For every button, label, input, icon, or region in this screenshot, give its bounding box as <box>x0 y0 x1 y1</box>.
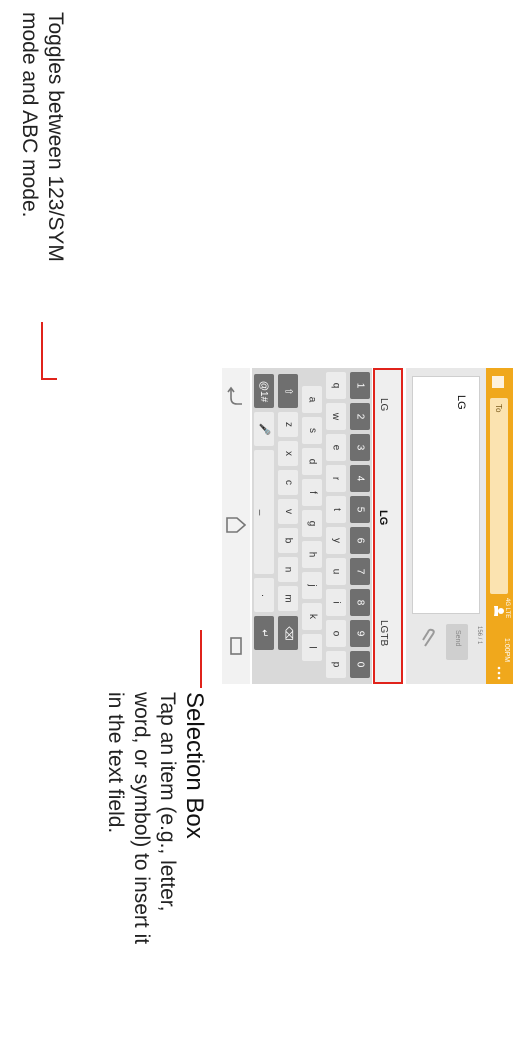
message-text: LG <box>455 395 467 410</box>
attach-icon[interactable] <box>420 628 438 650</box>
delete-key[interactable]: ⌫ <box>278 616 298 650</box>
status-time: 1:00PM <box>503 638 510 663</box>
selection-callout-line <box>200 630 202 688</box>
letter-key-m[interactable]: m <box>278 586 298 611</box>
letter-key-q[interactable]: q <box>326 372 346 399</box>
period-key[interactable]: . <box>254 578 274 612</box>
suggestion-2[interactable]: LG <box>377 510 389 525</box>
number-key-5[interactable]: 5 <box>350 496 370 523</box>
mic-key[interactable]: 🎤 <box>254 412 274 446</box>
contacts-grid-icon[interactable] <box>492 376 504 388</box>
letter-key-e[interactable]: e <box>326 434 346 461</box>
keyboard-row-2: asdfghjkl <box>300 368 324 684</box>
selection-callout-line3: in the text field. <box>104 692 127 834</box>
number-key-8[interactable]: 8 <box>350 589 370 616</box>
letter-key-k[interactable]: k <box>302 603 322 630</box>
number-key-2[interactable]: 2 <box>350 403 370 430</box>
letter-key-f[interactable]: f <box>302 479 322 506</box>
letter-key-h[interactable]: h <box>302 541 322 568</box>
recipient-field[interactable]: To <box>490 398 508 594</box>
shift-key[interactable]: ⇧ <box>278 374 298 408</box>
number-key-3[interactable]: 3 <box>350 434 370 461</box>
letter-key-n[interactable]: n <box>278 557 298 582</box>
keyboard-row-3: ⇧ zxcvbnm ⌫ <box>276 368 300 684</box>
char-counter: 156 / 1 <box>476 626 482 645</box>
keyboard-bottom-row: @1# 🎤 _ . ↵ <box>252 368 276 684</box>
status-bar: 4G LTE 1:00PM <box>500 598 513 684</box>
message-input[interactable]: LG <box>412 376 480 614</box>
keyboard-row-1: qwertyuiop <box>324 368 348 684</box>
enter-key[interactable]: ↵ <box>254 616 274 650</box>
letter-key-s[interactable]: s <box>302 417 322 444</box>
number-key-4[interactable]: 4 <box>350 465 370 492</box>
letter-key-t[interactable]: t <box>326 496 346 523</box>
selection-callout-line1: Tap an item (e.g., letter, <box>156 692 179 912</box>
letter-key-u[interactable]: u <box>326 558 346 585</box>
space-key[interactable]: _ <box>254 450 274 574</box>
letter-key-l[interactable]: l <box>302 634 322 661</box>
toggle-callout-line2: mode and ABC mode. <box>18 12 41 218</box>
home-icon[interactable] <box>226 514 247 536</box>
letter-key-a[interactable]: a <box>302 386 322 413</box>
letter-key-i[interactable]: i <box>326 589 346 616</box>
send-button[interactable]: Send <box>446 624 468 660</box>
mode-toggle-key[interactable]: @1# <box>254 374 274 408</box>
back-icon[interactable] <box>226 386 246 408</box>
selection-callout-title: Selection Box <box>181 692 208 839</box>
keyboard-number-row: 1 2 3 4 5 6 7 8 9 0 <box>348 368 372 684</box>
send-label: Send <box>454 630 461 647</box>
toggle-callout-line1: Toggles between 123/SYM <box>44 12 67 262</box>
selection-box: LG LG LGTB <box>373 368 403 684</box>
letter-key-p[interactable]: p <box>326 651 346 678</box>
compose-area: LG Send 156 / 1 <box>406 368 486 684</box>
recent-apps-icon[interactable] <box>228 636 244 656</box>
toggle-callout-line-horizontal <box>41 378 57 380</box>
letter-key-c[interactable]: c <box>278 470 298 495</box>
letter-key-v[interactable]: v <box>278 499 298 524</box>
letter-key-z[interactable]: z <box>278 412 298 437</box>
letter-key-r[interactable]: r <box>326 465 346 492</box>
number-key-7[interactable]: 7 <box>350 558 370 585</box>
number-key-0[interactable]: 0 <box>350 651 370 678</box>
toggle-callout-text: Toggles between 123/SYM mode and ABC mod… <box>16 12 68 262</box>
letter-key-y[interactable]: y <box>326 527 346 554</box>
selection-callout: Selection Box Tap an item (e.g., letter,… <box>102 692 208 944</box>
letter-key-w[interactable]: w <box>326 403 346 430</box>
letter-key-b[interactable]: b <box>278 528 298 553</box>
number-key-6[interactable]: 6 <box>350 527 370 554</box>
selection-callout-line2: word, or symbol) to insert it <box>130 692 153 945</box>
toggle-callout-line <box>41 322 43 380</box>
phone-screen: @1# 🎤 _ . ↵ ⇧ zxcvbnm ⌫ asdfghjkl qwerty… <box>222 368 513 684</box>
suggestion-1[interactable]: LG <box>378 398 389 411</box>
number-key-9[interactable]: 9 <box>350 620 370 647</box>
number-key-1[interactable]: 1 <box>350 372 370 399</box>
letter-key-o[interactable]: o <box>326 620 346 647</box>
recipient-label: To <box>494 404 503 413</box>
letter-key-x[interactable]: x <box>278 441 298 466</box>
letter-key-j[interactable]: j <box>302 572 322 599</box>
letter-key-d[interactable]: d <box>302 448 322 475</box>
network-indicator: 4G LTE <box>504 598 510 619</box>
nav-bar <box>222 368 250 684</box>
letter-key-g[interactable]: g <box>302 510 322 537</box>
suggestion-3[interactable]: LGTB <box>378 620 389 646</box>
